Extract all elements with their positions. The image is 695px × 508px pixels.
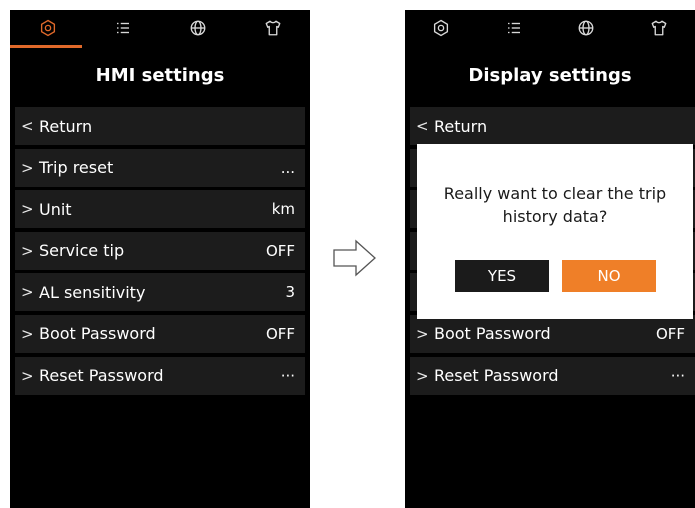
menu-item-return[interactable]: < Return (15, 107, 305, 145)
shirt-icon (651, 20, 667, 36)
menu-item-value: OFF (655, 324, 685, 343)
tab-shirt[interactable] (253, 10, 293, 46)
menu-item-label: Boot Password (39, 324, 156, 344)
menu-item-service-tip[interactable]: > Service tip OFF (15, 231, 305, 270)
menu-item-al-sensitivity[interactable]: > AL sensitivity 3 (15, 273, 305, 312)
tab-settings[interactable] (421, 10, 461, 46)
menu-item-label: Return (39, 116, 93, 136)
menu-item-label: Trip reset (39, 158, 114, 178)
menu-item-reset-password[interactable]: > Reset Password ··· (410, 356, 695, 395)
dialog-message: Really want to clear the trip history da… (443, 184, 667, 226)
yes-button[interactable]: YES (455, 260, 549, 292)
chevron-right-icon: > (21, 241, 34, 260)
display-settings-screen: Display settings <Return > > > > >Boot P… (405, 10, 695, 508)
menu-item-value: OFF (265, 324, 295, 343)
transition-arrow-icon (332, 238, 378, 278)
page-title: Display settings (468, 65, 632, 86)
settings-list: < Return > Trip reset ... > Unit km > Servic… (15, 107, 305, 398)
menu-item-label: Unit (39, 199, 72, 219)
tab-bar (10, 10, 310, 46)
page-title: HMI settings (95, 65, 225, 86)
active-tab-indicator (10, 45, 82, 48)
menu-item-label: Service tip (39, 241, 125, 261)
menu-item-value: 3 (285, 283, 295, 302)
menu-item-label: Boot Password (434, 324, 551, 344)
menu-item-label: Return (434, 116, 488, 136)
menu-item-unit[interactable]: > Unit km (15, 190, 305, 229)
menu-item-value: ... (280, 158, 295, 177)
menu-item-value: ··· (280, 366, 295, 385)
settings-icon (434, 19, 449, 37)
chevron-right-icon: > (21, 283, 34, 302)
tab-globe[interactable] (178, 10, 218, 46)
chevron-left-icon: < (416, 117, 429, 135)
hmi-settings-screen: HMI settings < Return > Trip reset ... > Un… (10, 10, 310, 508)
chevron-right-icon: > (416, 324, 429, 343)
menu-item-boot-password[interactable]: > Boot Password OFF (410, 314, 695, 353)
menu-item-boot-password[interactable]: > Boot Password OFF (15, 314, 305, 353)
tab-globe[interactable] (566, 10, 606, 46)
tab-settings[interactable] (28, 10, 68, 46)
chevron-right-icon: > (21, 324, 34, 343)
menu-item-return[interactable]: < Return (410, 107, 695, 145)
menu-item-label: Reset Password (39, 366, 164, 386)
chevron-right-icon: > (21, 158, 34, 177)
menu-item-label: Reset Password (434, 366, 559, 386)
settings-icon (40, 19, 55, 37)
globe-icon (578, 20, 594, 36)
menu-item-trip-reset[interactable]: > Trip reset ... (15, 148, 305, 187)
menu-item-reset-password[interactable]: > Reset Password ··· (15, 356, 305, 395)
no-button[interactable]: NO (562, 260, 656, 292)
tab-bar (405, 10, 695, 46)
confirm-dialog: Really want to clear the trip history da… (417, 144, 693, 319)
list-icon (116, 22, 129, 34)
tab-list[interactable] (494, 10, 534, 46)
chevron-right-icon: > (21, 366, 34, 385)
chevron-left-icon: < (21, 117, 34, 135)
tab-list[interactable] (103, 10, 143, 46)
globe-icon (190, 20, 205, 36)
list-icon (507, 22, 520, 34)
chevron-right-icon: > (416, 366, 429, 385)
tab-shirt[interactable] (639, 10, 679, 46)
menu-item-label: AL sensitivity (39, 282, 146, 302)
shirt-icon (265, 20, 280, 36)
menu-item-value: km (271, 200, 295, 219)
menu-item-value: OFF (265, 241, 295, 260)
chevron-right-icon: > (21, 200, 34, 219)
menu-item-value: ··· (670, 366, 685, 385)
